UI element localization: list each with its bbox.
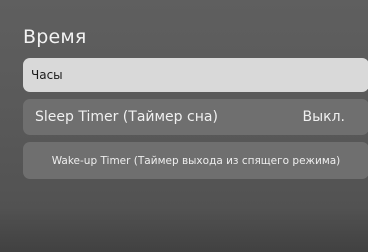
time-settings-panel: Время Часы Sleep Timer (Таймер сна) Выкл…	[0, 0, 368, 252]
page-title: Время	[23, 26, 87, 48]
menu-item-sleep-timer-label: Sleep Timer (Таймер сна)	[35, 109, 218, 125]
menu-item-wake-up-timer-label: Wake-up Timer (Таймер выхода из спящего …	[51, 154, 341, 167]
menu-item-clock-label: Часы	[31, 68, 63, 82]
menu-item-sleep-timer[interactable]: Sleep Timer (Таймер сна) Выкл.	[23, 99, 368, 135]
menu-item-wake-up-timer[interactable]: Wake-up Timer (Таймер выхода из спящего …	[23, 142, 368, 179]
sleep-timer-value: Выкл.	[302, 109, 345, 125]
menu-item-clock[interactable]: Часы	[23, 58, 368, 92]
